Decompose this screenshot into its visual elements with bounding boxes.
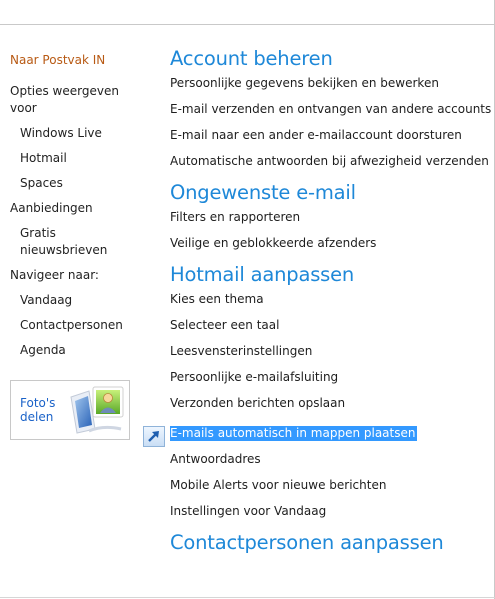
account-links: Persoonlijke gegevens bekijken en bewerk… (170, 76, 491, 169)
offers-list: Gratis nieuwsbrieven (20, 225, 135, 259)
link-other-accounts[interactable]: E-mail verzenden en ontvangen van andere… (170, 102, 491, 117)
navigate-heading: Navigeer naar: (10, 268, 99, 282)
link-auto-replies[interactable]: Automatische antwoorden bij afwezigheid … (170, 154, 490, 169)
sidebar-item-calendar[interactable]: Agenda (20, 342, 135, 359)
link-select-language[interactable]: Selecteer een taal (170, 318, 490, 333)
link-safe-blocked-senders[interactable]: Veilige en geblokkeerde afzenders (170, 236, 490, 251)
offers-heading: Aanbiedingen (10, 201, 93, 215)
link-reply-address[interactable]: Antwoordadres (170, 452, 490, 467)
link-signature[interactable]: Persoonlijke e-mailafsluiting (170, 370, 490, 385)
junk-links: Filters en rapporteren Veilige en geblok… (170, 210, 490, 251)
link-forward-email[interactable]: E-mail naar een ander e-mailaccount door… (170, 128, 490, 143)
link-today-settings[interactable]: Instellingen voor Vandaag (170, 504, 490, 519)
sidebar-item-hotmail[interactable]: Hotmail (20, 150, 135, 167)
sidebar-item-newsletters[interactable]: Gratis nieuwsbrieven (20, 225, 110, 259)
photo-share-promo[interactable]: Foto's delen (10, 380, 130, 440)
link-auto-sort-folders[interactable]: E-mails automatisch in mappen plaatsen (170, 426, 418, 441)
options-list: Windows Live Hotmail Spaces (20, 125, 135, 192)
photo-share-label: Foto's delen (20, 396, 56, 424)
sidebar: Naar Postvak IN Opties weergeven voor Wi… (10, 52, 135, 367)
photo-share-icon (70, 386, 124, 434)
inbox-link[interactable]: Naar Postvak IN (10, 52, 135, 69)
navigate-list: Vandaag Contactpersonen Agenda (20, 292, 135, 359)
link-filters[interactable]: Filters en rapporteren (170, 210, 490, 225)
main-content: Account beheren Persoonlijke gegevens be… (170, 46, 491, 556)
link-choose-theme[interactable]: Kies een thema (170, 292, 490, 307)
sidebar-item-windows-live[interactable]: Windows Live (20, 125, 135, 142)
section-title-contacts: Contactpersonen aanpassen (170, 531, 444, 554)
options-heading: Opties weergeven voor (10, 84, 119, 115)
top-divider (0, 24, 494, 25)
shortcut-arrow-icon (143, 426, 165, 447)
section-title-account: Account beheren (170, 47, 333, 70)
link-personal-details[interactable]: Persoonlijke gegevens bekijken en bewerk… (170, 76, 490, 91)
link-reading-pane[interactable]: Leesvensterinstellingen (170, 344, 490, 359)
sidebar-item-spaces[interactable]: Spaces (20, 175, 135, 192)
customize-links: Kies een thema Selecteer een taal Leesve… (170, 292, 490, 519)
bottom-divider (0, 597, 495, 598)
section-title-customize: Hotmail aanpassen (170, 263, 355, 286)
sidebar-item-contacts[interactable]: Contactpersonen (20, 317, 135, 334)
section-title-junk: Ongewenste e-mail (170, 181, 356, 204)
link-mobile-alerts[interactable]: Mobile Alerts voor nieuwe berichten (170, 478, 490, 493)
link-save-sent[interactable]: Verzonden berichten opslaan (170, 396, 490, 411)
sidebar-item-today[interactable]: Vandaag (20, 292, 135, 309)
